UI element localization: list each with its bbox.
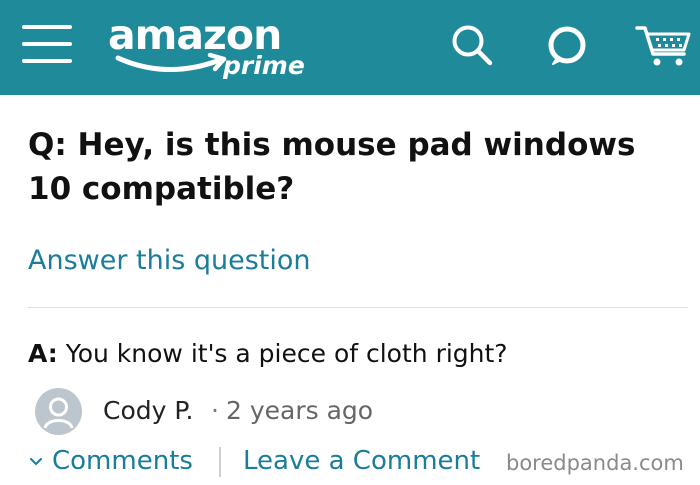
logo-subtext: prime bbox=[223, 51, 305, 80]
avatar[interactable] bbox=[35, 388, 82, 435]
answer-row: A: You know it's a piece of cloth right? bbox=[28, 337, 508, 371]
amazon-prime-logo[interactable]: amazon prime bbox=[108, 6, 313, 90]
answer-text: You know it's a piece of cloth right? bbox=[65, 339, 508, 368]
watermark: boredpanda.com bbox=[506, 451, 684, 475]
question-text: Q: Hey, is this mouse pad windows 10 com… bbox=[28, 127, 636, 207]
top-bar: amazon prime bbox=[0, 0, 700, 95]
meta-separator: · bbox=[211, 396, 219, 425]
divider bbox=[28, 307, 688, 308]
person-icon bbox=[43, 397, 74, 429]
link-separator bbox=[219, 447, 221, 477]
menu-icon[interactable] bbox=[22, 23, 72, 65]
search-icon[interactable] bbox=[449, 22, 495, 68]
smile-arrow-icon bbox=[115, 52, 227, 73]
menu-line bbox=[22, 59, 72, 63]
menu-line bbox=[22, 42, 72, 46]
answer-time: 2 years ago bbox=[226, 396, 374, 425]
answer-prefix: A: bbox=[28, 339, 58, 368]
alexa-icon[interactable] bbox=[544, 22, 590, 68]
menu-line bbox=[22, 25, 72, 29]
author-name[interactable]: Cody P. bbox=[103, 394, 194, 428]
chevron-down-icon bbox=[30, 458, 42, 466]
answer-question-link[interactable]: Answer this question bbox=[28, 243, 311, 279]
cart-icon[interactable] bbox=[634, 22, 694, 68]
leave-comment-link[interactable]: Leave a Comment bbox=[243, 443, 480, 479]
comments-toggle[interactable]: Comments bbox=[30, 443, 193, 479]
comments-label: Comments bbox=[52, 446, 193, 476]
